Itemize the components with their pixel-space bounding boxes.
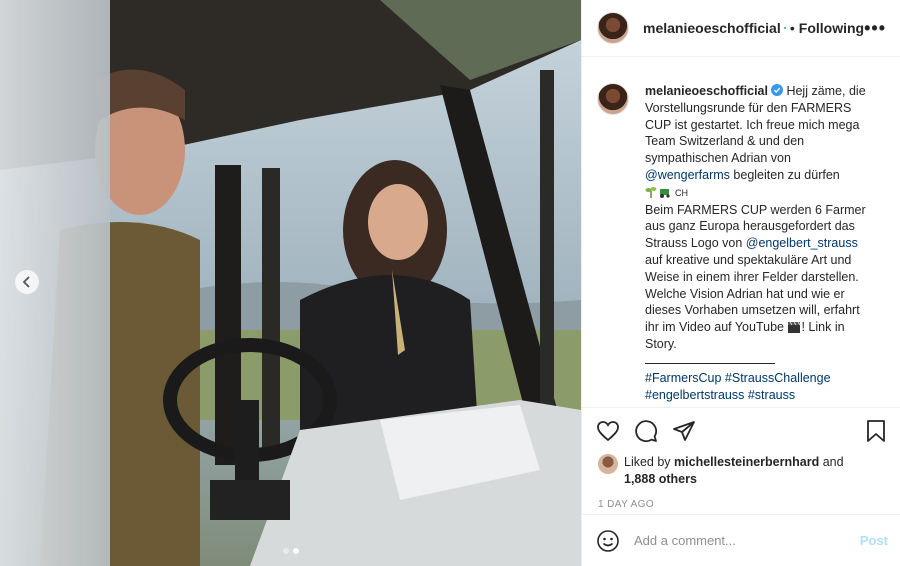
- mention-wengerfarms[interactable]: @wengerfarms: [645, 168, 730, 182]
- likes-prefix: Liked by: [624, 455, 675, 469]
- liker-username[interactable]: michellesteinerbernhard: [674, 455, 819, 469]
- chevron-left-icon: [22, 276, 30, 288]
- post-photo[interactable]: [0, 0, 581, 566]
- hashtag[interactable]: #FarmersCup: [645, 371, 721, 385]
- paper-plane-icon: [673, 421, 695, 441]
- post-side-panel: melanieoeschofficial • Following ••• mel…: [581, 0, 900, 566]
- comment-button[interactable]: [634, 419, 658, 443]
- hashtag[interactable]: #strauss: [748, 388, 795, 402]
- likes-text: Liked by michellesteinerbernhard and 1,8…: [624, 454, 844, 487]
- author-username[interactable]: melanieoeschofficial: [643, 20, 781, 36]
- heart-icon: [597, 421, 619, 442]
- header-separator: •: [789, 20, 795, 36]
- liker-avatar[interactable]: [598, 454, 618, 474]
- save-button[interactable]: [864, 419, 888, 443]
- post-timestamp[interactable]: 1 DAY AGO: [582, 487, 900, 510]
- hashtag[interactable]: #StraussChallenge: [725, 371, 831, 385]
- share-button[interactable]: [672, 419, 696, 443]
- seedling-tractor-emoji-icon: [645, 186, 670, 198]
- carousel-indicator: [282, 548, 299, 554]
- likes-and: and: [819, 455, 844, 469]
- carousel-dot-active: [292, 548, 299, 554]
- caption-line-2: begleiten zu dürfen: [729, 167, 840, 182]
- caption-country-code: CH: [675, 187, 688, 198]
- post-comment-button[interactable]: Post: [860, 533, 888, 548]
- comment-bubble-icon: [635, 420, 658, 443]
- smiley-icon[interactable]: [596, 529, 620, 553]
- carousel-dot: [282, 548, 289, 554]
- clapper-board-emoji-icon: [788, 321, 801, 334]
- caption-username[interactable]: melanieoeschofficial: [645, 84, 768, 98]
- verified-badge-icon: [770, 84, 783, 96]
- caption-divider: [645, 362, 775, 364]
- more-options-icon[interactable]: •••: [864, 19, 886, 37]
- verified-badge-icon: [783, 26, 786, 30]
- action-bar: [582, 408, 900, 454]
- caption-avatar[interactable]: [597, 83, 629, 115]
- likes-others-count[interactable]: 1,888 others: [624, 472, 697, 486]
- comment-composer: Post: [582, 514, 900, 566]
- comment-input[interactable]: [634, 533, 852, 548]
- tractor-cab-photo: [0, 0, 581, 566]
- carousel-prev-button[interactable]: [15, 270, 39, 294]
- post-header: melanieoeschofficial • Following •••: [582, 0, 900, 57]
- author-avatar[interactable]: [597, 12, 629, 44]
- caption-section: melanieoeschofficial Hejj zäme, die Vors…: [582, 57, 900, 408]
- likes-summary: Liked by michellesteinerbernhard and 1,8…: [582, 454, 900, 487]
- mention-engelbert-strauss[interactable]: @engelbert_strauss: [746, 236, 858, 250]
- like-button[interactable]: [596, 419, 620, 443]
- following-button[interactable]: Following: [799, 20, 864, 36]
- hashtag[interactable]: #engelbertstrauss: [645, 388, 744, 402]
- caption-text: melanieoeschofficial Hejj zäme, die Vors…: [645, 83, 877, 407]
- bookmark-icon: [867, 420, 885, 442]
